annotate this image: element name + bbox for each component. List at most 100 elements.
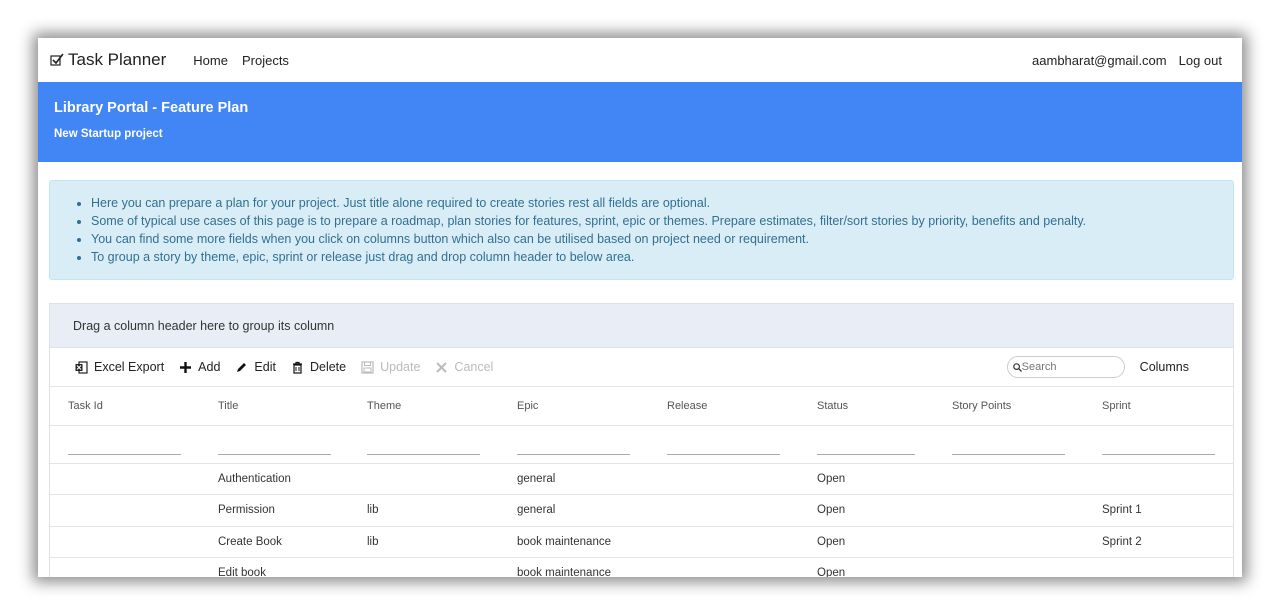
- excel-export-button[interactable]: Excel Export: [75, 360, 164, 374]
- table-row[interactable]: Permission lib general Open Sprint 1: [50, 494, 1234, 527]
- filter-cell: [499, 425, 649, 464]
- cell-title: Create Book: [200, 526, 349, 558]
- brand-name: Task Planner: [68, 50, 167, 69]
- update-label: Update: [380, 360, 421, 374]
- cell-sprint: Sprint 1: [1084, 494, 1234, 527]
- cell-story-points: [934, 463, 1084, 495]
- nav-home[interactable]: Home: [193, 53, 228, 68]
- navbar: Task Planner Home Projects aambharat@gma…: [38, 38, 1242, 82]
- info-item: Here you can prepare a plan for your pro…: [91, 194, 1233, 212]
- page-title: Library Portal - Feature Plan: [54, 100, 249, 116]
- group-drop-area[interactable]: Drag a column header here to group its c…: [50, 304, 1233, 348]
- filter-input-sprint[interactable]: [1102, 437, 1215, 455]
- cell-status: Open: [799, 557, 934, 577]
- info-item: You can find some more fields when you c…: [91, 230, 1233, 248]
- filter-cell: [649, 425, 799, 464]
- cell-sprint: [1084, 557, 1234, 577]
- cell-title: Permission: [200, 494, 349, 527]
- cell-title: Authentication: [200, 463, 349, 495]
- save-icon: [361, 360, 374, 374]
- cell-epic: general: [499, 494, 649, 527]
- cancel-label: Cancel: [454, 360, 494, 374]
- cell-theme: lib: [349, 494, 499, 527]
- edit-label: Edit: [254, 360, 276, 374]
- close-icon: [436, 361, 448, 373]
- filter-cell: [934, 425, 1084, 464]
- columns-button[interactable]: Columns: [1140, 360, 1189, 374]
- cell-task-id: [50, 526, 200, 558]
- table-row[interactable]: Authentication general Open: [50, 463, 1234, 495]
- header-row: Task Id Title Theme Epic Release Status …: [50, 387, 1234, 426]
- search-input[interactable]: [1021, 361, 1117, 373]
- column-header-task-id[interactable]: Task Id: [50, 387, 200, 426]
- info-alert: Here you can prepare a plan for your pro…: [49, 180, 1234, 280]
- brand[interactable]: Task Planner: [50, 50, 166, 70]
- page-banner: Library Portal - Feature Plan New Startu…: [38, 82, 1242, 162]
- logout-link[interactable]: Log out: [1179, 53, 1222, 68]
- cell-release: [649, 526, 799, 558]
- update-button[interactable]: Update: [361, 360, 420, 374]
- cell-epic: general: [499, 463, 649, 495]
- add-label: Add: [198, 360, 221, 374]
- app-window: Task Planner Home Projects aambharat@gma…: [38, 38, 1242, 577]
- group-hint: Drag a column header here to group its c…: [73, 318, 335, 333]
- filter-input-epic[interactable]: [517, 437, 630, 455]
- nav-projects[interactable]: Projects: [242, 53, 289, 68]
- filter-cell: [200, 425, 349, 464]
- delete-button[interactable]: Delete: [291, 360, 346, 374]
- cell-theme: [349, 463, 499, 495]
- filter-cell: [50, 425, 200, 464]
- excel-icon: [75, 360, 88, 374]
- column-header-theme[interactable]: Theme: [349, 387, 499, 426]
- delete-label: Delete: [309, 360, 347, 374]
- cell-epic: book maintenance: [499, 557, 649, 577]
- cell-release: [649, 557, 799, 577]
- filter-input-title[interactable]: [218, 437, 331, 455]
- pencil-icon: [237, 362, 247, 372]
- cell-story-points: [934, 557, 1084, 577]
- cell-story-points: [934, 526, 1084, 558]
- column-header-story-points[interactable]: Story Points: [934, 387, 1084, 426]
- filter-input-task-id[interactable]: [68, 437, 181, 455]
- cell-task-id: [50, 494, 200, 527]
- cell-release: [649, 463, 799, 495]
- nav-links: Home Projects: [186, 53, 296, 68]
- user-email: aambharat@gmail.com: [1032, 52, 1167, 68]
- column-header-release[interactable]: Release: [649, 387, 799, 426]
- cell-task-id: [50, 463, 200, 495]
- cell-sprint: [1084, 463, 1234, 495]
- table-row[interactable]: Edit book book maintenance Open: [50, 557, 1234, 577]
- cell-story-points: [934, 494, 1084, 527]
- filter-cell: [349, 425, 499, 464]
- filter-input-story-points[interactable]: [952, 437, 1065, 455]
- checklist-icon: [50, 53, 64, 66]
- edit-button[interactable]: Edit: [235, 360, 276, 374]
- filter-cell: [799, 425, 934, 464]
- table-row[interactable]: Create Book lib book maintenance Open Sp…: [50, 526, 1234, 558]
- filter-input-release[interactable]: [667, 437, 780, 455]
- cell-epic: book maintenance: [499, 526, 649, 558]
- cell-status: Open: [799, 494, 934, 527]
- stories-grid: Drag a column header here to group its c…: [49, 303, 1234, 577]
- cell-title: Edit book: [200, 557, 349, 577]
- filter-input-theme[interactable]: [367, 437, 480, 455]
- column-header-title[interactable]: Title: [200, 387, 349, 426]
- column-header-epic[interactable]: Epic: [499, 387, 649, 426]
- grid-toolbar: Excel Export Add Edit Delete Update Canc…: [50, 348, 1233, 387]
- cell-status: Open: [799, 526, 934, 558]
- cell-theme: [349, 557, 499, 577]
- add-button[interactable]: Add: [179, 360, 220, 374]
- column-header-sprint[interactable]: Sprint: [1084, 387, 1234, 426]
- excel-export-label: Excel Export: [94, 360, 165, 374]
- cancel-button[interactable]: Cancel: [435, 360, 493, 374]
- cell-release: [649, 494, 799, 527]
- info-item: To group a story by theme, epic, sprint …: [91, 248, 1233, 266]
- nav-user: aambharat@gmail.com Log out: [1032, 53, 1230, 68]
- cell-sprint: Sprint 2: [1084, 526, 1234, 558]
- project-subtitle: New Startup project: [54, 128, 163, 140]
- filter-input-status[interactable]: [817, 437, 915, 455]
- column-header-status[interactable]: Status: [799, 387, 934, 426]
- trash-icon: [292, 361, 302, 374]
- filter-row: [50, 425, 1234, 464]
- plus-icon: [180, 361, 192, 373]
